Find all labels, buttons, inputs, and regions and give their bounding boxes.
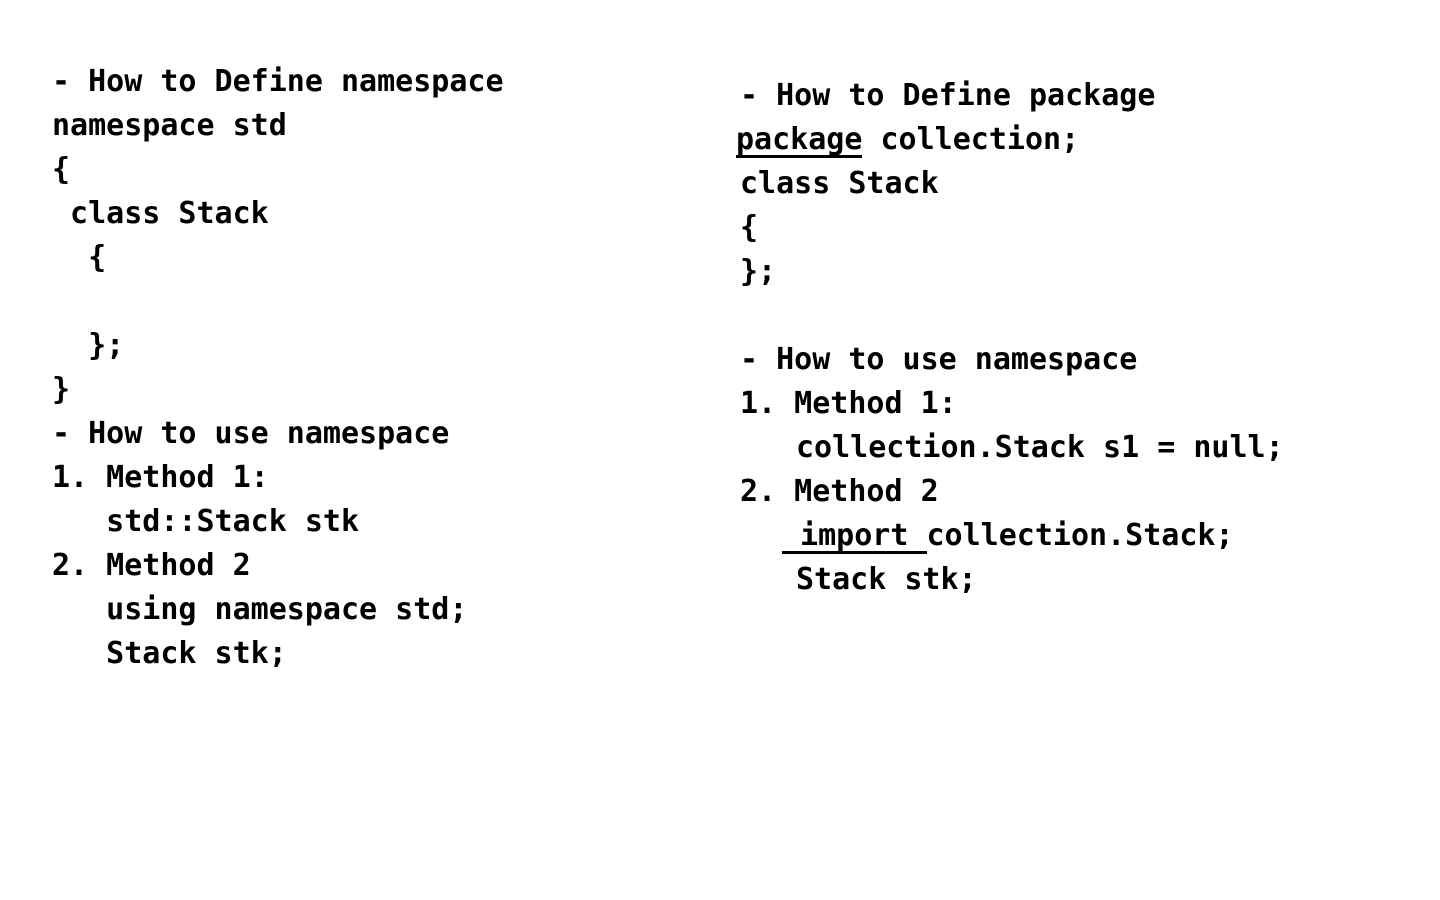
- code-line: {: [740, 210, 759, 245]
- code-line: {: [52, 152, 71, 187]
- code-line: using namespace std;: [52, 592, 468, 627]
- code-line: };: [740, 254, 777, 289]
- code-line: Stack stk;: [52, 636, 287, 671]
- import-keyword: import: [782, 518, 927, 554]
- code-line: std::Stack stk: [52, 504, 360, 539]
- code-line: {: [52, 240, 107, 275]
- package-keyword: package: [736, 122, 863, 158]
- heading-define-namespace: - How to Define namespace: [52, 64, 504, 99]
- package-declaration: package collection;: [736, 122, 1079, 158]
- package-name: collection;: [862, 122, 1080, 157]
- code-line: }: [52, 372, 71, 407]
- import-statement: import collection.Stack;: [782, 518, 1234, 554]
- code-line: class Stack: [52, 196, 269, 231]
- method-1-label: 1. Method 1:: [740, 386, 957, 421]
- method-2-label: 2. Method 2: [740, 474, 939, 509]
- code-line: class Stack: [740, 166, 939, 201]
- import-target: collection.Stack;: [926, 518, 1234, 553]
- heading-define-package: - How to Define package: [740, 78, 1156, 113]
- method-2-label: 2. Method 2: [52, 548, 251, 583]
- code-line: };: [52, 328, 125, 363]
- heading-use-namespace: - How to use namespace: [52, 416, 450, 451]
- method-1-label: 1. Method 1:: [52, 460, 269, 495]
- code-line: collection.Stack s1 = null;: [796, 430, 1284, 465]
- heading-use-namespace: - How to use namespace: [740, 342, 1138, 377]
- code-line: namespace std: [52, 108, 287, 143]
- code-line: Stack stk;: [796, 562, 977, 597]
